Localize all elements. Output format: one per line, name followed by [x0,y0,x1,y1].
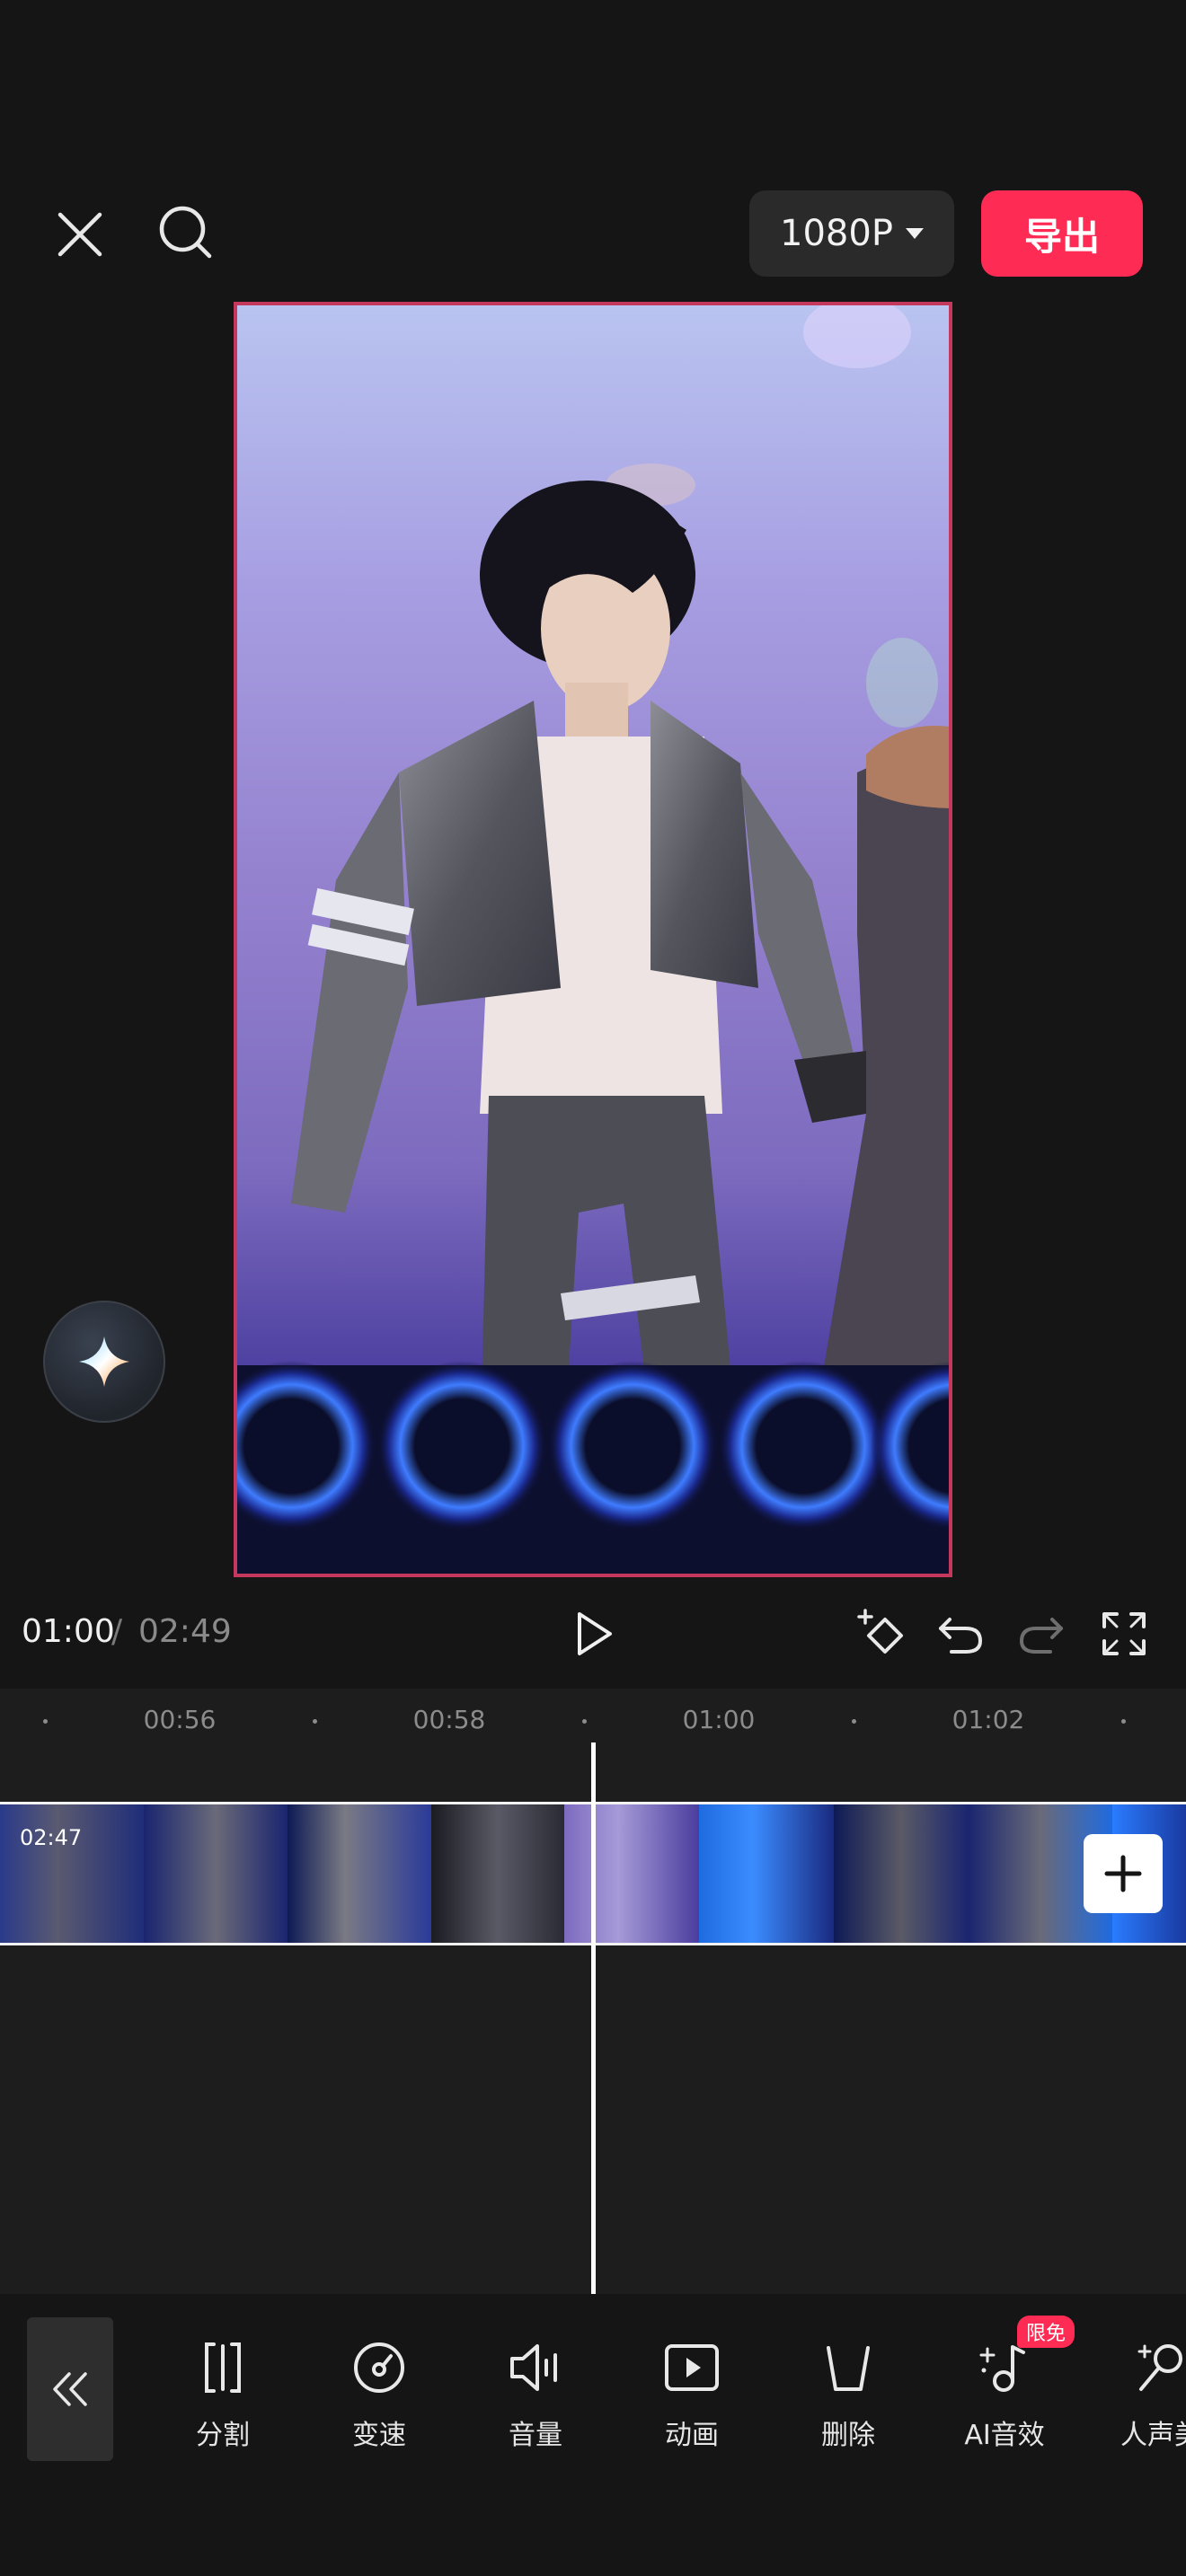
redo-button[interactable] [1010,1602,1073,1665]
play-button[interactable] [562,1602,625,1665]
clip-duration-label: 02:47 [20,1825,83,1850]
clip-thumbnail [288,1804,431,1943]
fullscreen-button[interactable] [1093,1602,1155,1665]
ai-assistant-button[interactable] [43,1301,165,1423]
tool-split[interactable]: 分割 [160,2335,286,2452]
keyframe-add-icon [857,1609,903,1654]
clip-thumbnail [699,1804,834,1943]
close-icon[interactable] [49,203,111,266]
current-time: 01:00 [22,1613,115,1650]
speed-icon [347,2335,412,2400]
play-icon [578,1612,612,1655]
animation-icon [659,2335,724,2400]
redo-icon [1019,1618,1063,1654]
playhead[interactable] [591,1742,596,2294]
sparkle-icon [79,1337,129,1387]
time-separator: / [111,1613,123,1650]
free-badge: 限免 [1017,2316,1075,2348]
delete-icon [816,2335,881,2400]
video-frame-image [237,305,949,1574]
tick-dot [852,1719,856,1724]
voice-beautify-icon [1128,2335,1186,2400]
tick-dot [313,1719,317,1724]
clip-thumbnail [834,1804,969,1943]
tool-voice-beautify[interactable]: 人声美 [1098,2335,1186,2452]
plus-icon [1104,1855,1142,1892]
tool-animation[interactable]: 动画 [629,2335,755,2452]
double-chevron-left-icon [53,2372,87,2406]
tool-speed[interactable]: 变速 [316,2335,442,2452]
volume-icon [503,2335,568,2400]
tick-label: 00:56 [143,1705,217,1734]
tick-label: 01:00 [682,1705,756,1734]
tool-label: 删除 [821,2420,875,2451]
clip-thumbnail [144,1804,288,1943]
collapse-toolbar-button[interactable] [27,2317,113,2461]
search-icon[interactable] [155,201,217,264]
export-button[interactable]: 导出 [981,190,1143,277]
tool-label: 分割 [196,2420,250,2451]
tool-label: 人声美 [1120,2420,1186,2451]
add-clip-button[interactable] [1084,1834,1163,1913]
fullscreen-icon [1102,1612,1146,1655]
caret-down-icon [905,228,924,239]
tool-ai-sound[interactable]: AI音效 [942,2335,1067,2452]
keyframe-button[interactable] [850,1602,913,1665]
clip-thumbnail [431,1804,564,1943]
total-time: 02:49 [138,1613,232,1650]
tool-label: 动画 [665,2420,719,2451]
undo-icon [939,1618,983,1654]
resolution-dropdown[interactable]: 1080P [749,190,954,277]
tick-dot [1121,1719,1126,1724]
video-preview[interactable] [234,302,952,1577]
tick-dot [43,1719,48,1724]
tick-label: 01:02 [951,1705,1025,1734]
tool-label: 音量 [509,2420,562,2451]
undo-button[interactable] [929,1602,992,1665]
resolution-label: 1080P [780,213,893,254]
tool-volume[interactable]: 音量 [473,2335,598,2452]
tick-dot [582,1719,587,1724]
tool-label: 变速 [352,2420,406,2451]
tick-label: 00:58 [412,1705,486,1734]
clip-thumbnail [564,1804,699,1943]
split-icon [190,2335,255,2400]
tool-label: AI音效 [964,2420,1045,2451]
tool-delete[interactable]: 删除 [785,2335,911,2452]
